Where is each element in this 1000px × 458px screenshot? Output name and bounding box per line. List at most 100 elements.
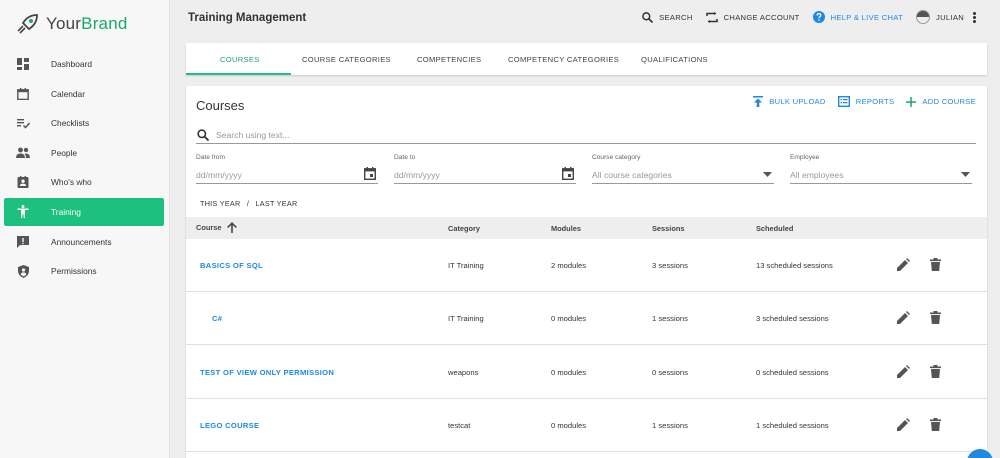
- bulk-upload-label: BULK UPLOAD: [769, 97, 826, 106]
- sidebar-item-training[interactable]: Training: [4, 197, 164, 226]
- course-name-link[interactable]: BASICS OF SQL: [200, 261, 263, 270]
- course-category-value: All course categories: [592, 170, 672, 180]
- sidebar-item-dashboard[interactable]: Dashboard: [0, 50, 169, 78]
- date-to-label: Date to: [394, 154, 416, 161]
- top-bar: Training Management SEARCH CHANGE ACCOUN…: [170, 0, 1000, 38]
- course-sessions: 3 sessions: [652, 261, 688, 270]
- search-button[interactable]: SEARCH: [642, 11, 692, 23]
- brand-logo[interactable]: YourBrand: [14, 12, 128, 36]
- search-bar: [196, 126, 976, 144]
- course-modules: 0 modules: [551, 314, 587, 323]
- add-course-button[interactable]: ADD COURSE: [906, 96, 976, 107]
- announcement-icon: [16, 235, 30, 249]
- column-header-category: Category: [448, 224, 481, 233]
- sidebar-item-label: Dashboard: [51, 59, 92, 69]
- edit-icon[interactable]: [897, 258, 910, 271]
- date-from-input[interactable]: dd/mm/yyyy: [196, 170, 242, 180]
- column-header-scheduled: Scheduled: [756, 224, 794, 233]
- date-from-field[interactable]: Date from dd/mm/yyyy: [196, 154, 378, 184]
- course-sessions: 1 sessions: [652, 314, 688, 323]
- course-category-label: Course category: [592, 154, 641, 161]
- tab-course-categories[interactable]: COURSE CATEGORIES: [302, 43, 391, 75]
- sidebar-nav: Dashboard Calendar Checklists People Who…: [0, 50, 169, 287]
- employee-label: Employee: [790, 154, 820, 161]
- rocket-logo-icon: [17, 14, 38, 34]
- tab-qualifications[interactable]: QUALIFICATIONS: [641, 43, 708, 75]
- search-input[interactable]: [216, 129, 916, 140]
- plus-icon: [906, 96, 917, 107]
- last-year-link[interactable]: LAST YEAR: [255, 199, 297, 208]
- course-name-link[interactable]: LEGO COURSE: [200, 421, 259, 430]
- table-header: Course Category Modules Sessions Schedul…: [186, 217, 987, 239]
- course-scheduled: 1 scheduled sessions: [756, 421, 829, 430]
- delete-icon[interactable]: [930, 258, 941, 271]
- sidebar-item-calendar[interactable]: Calendar: [0, 80, 169, 108]
- change-account-label: CHANGE ACCOUNT: [723, 12, 800, 22]
- edit-icon[interactable]: [897, 418, 910, 431]
- search-icon: [642, 11, 654, 23]
- employee-select[interactable]: Employee All employees: [790, 154, 972, 184]
- this-year-link[interactable]: THIS YEAR: [200, 199, 241, 208]
- table-row: LEGO COURSE testcat 0 modules 1 sessions…: [186, 399, 987, 452]
- tab-competency-categories[interactable]: COMPETENCY CATEGORIES: [508, 43, 619, 75]
- add-course-label: ADD COURSE: [922, 97, 976, 106]
- delete-icon[interactable]: [930, 311, 941, 324]
- edit-icon[interactable]: [897, 311, 910, 324]
- change-account-button[interactable]: CHANGE ACCOUNT: [705, 11, 800, 23]
- table-row: TEST OF VIEW ONLY PERMISSION weapons 0 m…: [186, 346, 987, 399]
- more-options-icon[interactable]: [973, 11, 976, 23]
- tab-courses[interactable]: COURSES: [220, 43, 260, 75]
- delete-icon[interactable]: [930, 418, 941, 431]
- sidebar-item-announcements[interactable]: Announcements: [0, 228, 169, 256]
- course-name-link[interactable]: C#: [212, 314, 222, 323]
- date-to-input[interactable]: dd/mm/yyyy: [394, 170, 440, 180]
- page-title: Training Management: [188, 12, 307, 24]
- swap-icon: [705, 11, 718, 23]
- calendar-icon[interactable]: [364, 167, 376, 180]
- course-category: testcat: [448, 421, 471, 430]
- course-name-link[interactable]: TEST OF VIEW ONLY PERMISSION: [200, 368, 334, 377]
- column-header-sessions: Sessions: [652, 224, 685, 233]
- training-icon: [16, 205, 30, 219]
- course-scheduled: 3 scheduled sessions: [756, 314, 829, 323]
- course-sessions: 1 sessions: [652, 421, 688, 430]
- section-title: Courses: [196, 98, 245, 113]
- user-name: JULIAN: [936, 12, 964, 22]
- sort-ascending-icon: [227, 222, 238, 233]
- sidebar-item-label: People: [51, 147, 78, 158]
- bulk-upload-button[interactable]: BULK UPLOAD: [753, 96, 825, 107]
- column-header-course[interactable]: Course: [196, 222, 238, 233]
- course-modules: 2 modules: [551, 261, 587, 270]
- dropdown-arrow-icon: [763, 172, 772, 177]
- search-icon: [197, 128, 209, 141]
- calendar-icon[interactable]: [562, 167, 574, 180]
- sidebar-item-whos-who[interactable]: Who's who: [0, 168, 169, 196]
- help-label: HELP & LIVE CHAT: [830, 12, 904, 22]
- reports-button[interactable]: REPORTS: [837, 96, 895, 107]
- separator: /: [246, 199, 250, 208]
- employee-value: All employees: [790, 170, 844, 180]
- course-category-select[interactable]: Course category All course categories: [592, 154, 774, 184]
- courses-card: Courses BULK UPLOAD REPORTS ADD COURSE D…: [186, 86, 987, 458]
- sidebar: YourBrand Dashboard Calendar Checklists …: [0, 0, 170, 458]
- sidebar-item-label: Permissions: [51, 266, 97, 277]
- table-row: C# IT Training 0 modules 1 sessions 3 sc…: [186, 292, 987, 345]
- sidebar-item-checklists[interactable]: Checklists: [0, 109, 169, 137]
- shield-icon: [16, 264, 30, 278]
- course-scheduled: 13 scheduled sessions: [756, 261, 833, 270]
- upload-icon: [753, 96, 764, 107]
- sidebar-item-permissions[interactable]: Permissions: [0, 257, 169, 285]
- sidebar-item-people[interactable]: People: [0, 139, 169, 167]
- sidebar-item-label: Announcements: [51, 236, 112, 247]
- brand-name: YourBrand: [46, 14, 128, 33]
- edit-icon[interactable]: [897, 365, 910, 378]
- sidebar-item-label: Calendar: [51, 88, 85, 99]
- help-live-chat-button[interactable]: HELP & LIVE CHAT: [812, 11, 904, 23]
- table-row: BASICS OF SQL IT Training 2 modules 3 se…: [186, 239, 987, 292]
- delete-icon[interactable]: [930, 365, 941, 378]
- card-actions: BULK UPLOAD REPORTS ADD COURSE: [741, 96, 976, 107]
- sidebar-item-label: Training: [51, 206, 81, 217]
- tab-competencies[interactable]: COMPETENCIES: [417, 43, 481, 75]
- date-to-field[interactable]: Date to dd/mm/yyyy: [394, 154, 576, 184]
- user-menu[interactable]: JULIAN: [916, 10, 964, 24]
